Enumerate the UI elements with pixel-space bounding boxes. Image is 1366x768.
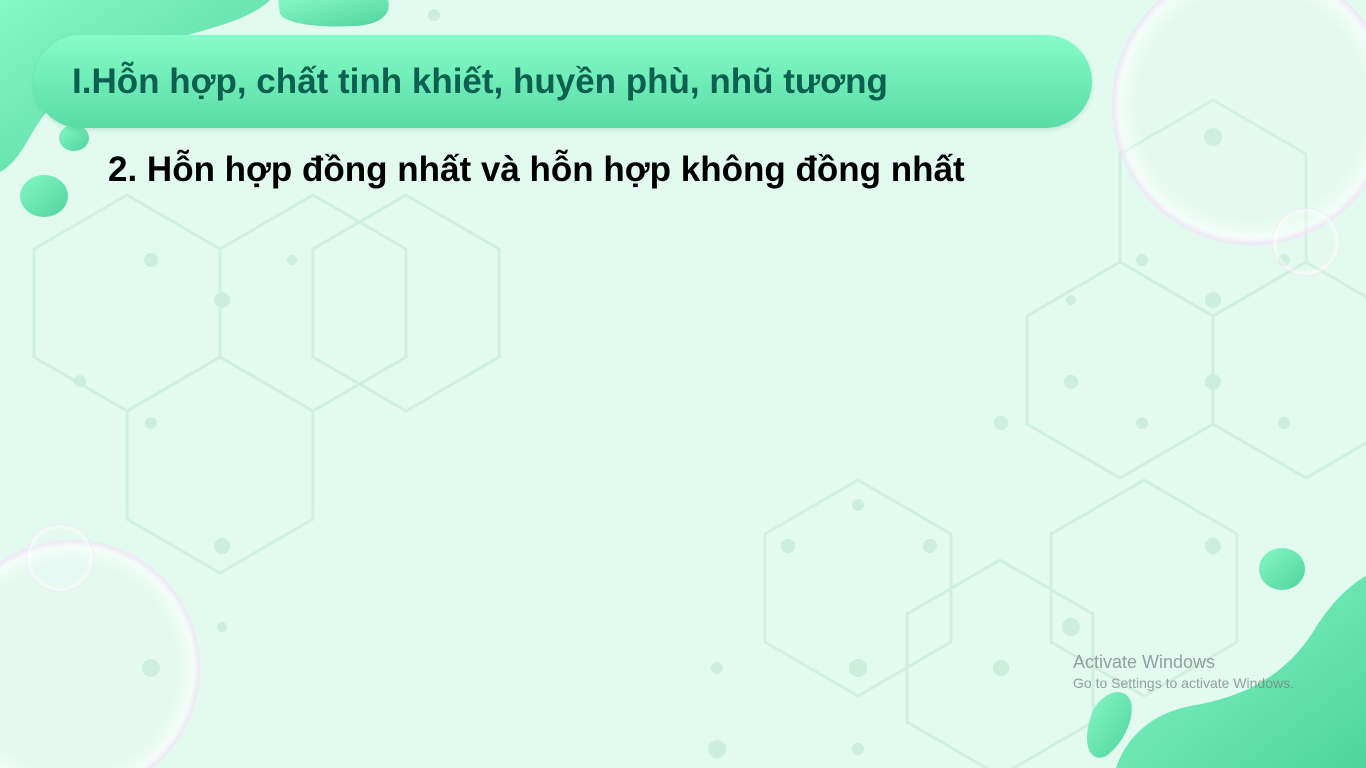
title-banner: I.Hỗn hợp, chất tinh khiết, huyền phù, n… [34,35,1092,128]
watermark-subtitle: Go to Settings to activate Windows. [1073,675,1294,691]
slide-title: I.Hỗn hợp, chất tinh khiết, huyền phù, n… [72,62,888,101]
slide-subtitle: 2. Hỗn hợp đồng nhất và hỗn hợp không đồ… [108,150,965,189]
activate-windows-watermark: Activate Windows Go to Settings to activ… [1073,651,1294,693]
watermark-title: Activate Windows [1073,652,1216,672]
